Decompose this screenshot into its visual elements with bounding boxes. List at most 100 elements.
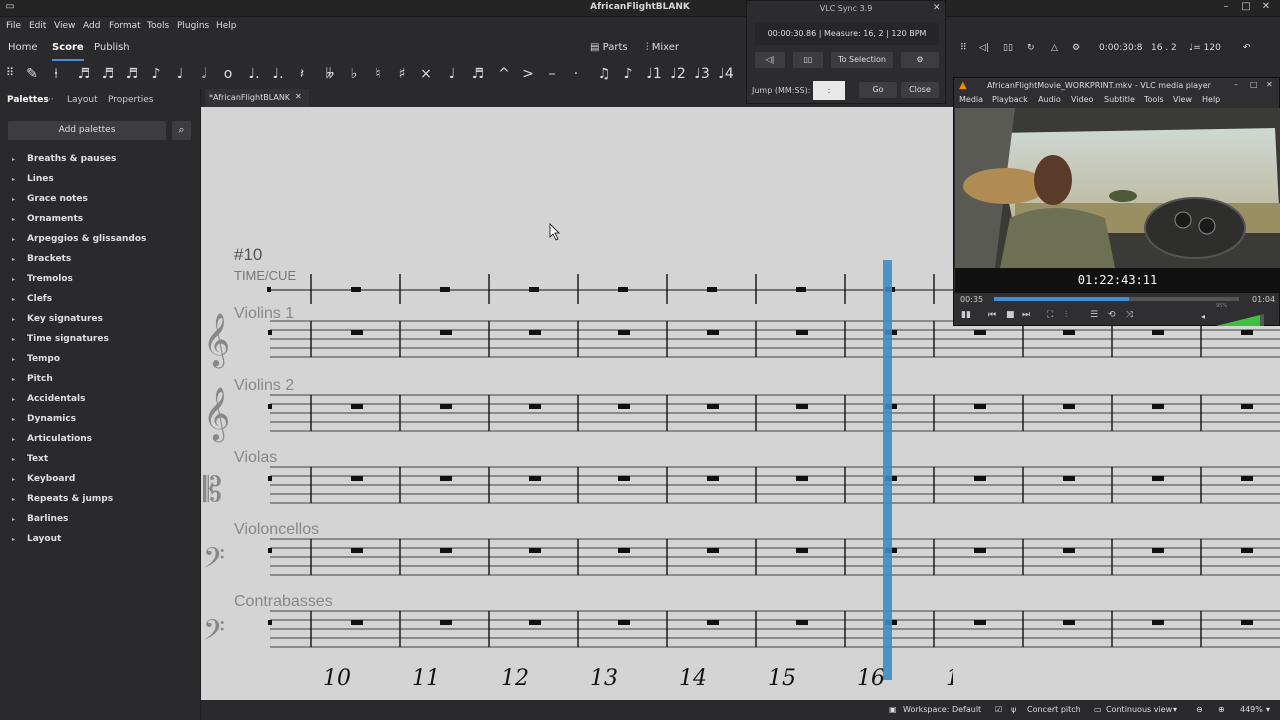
note-quarter-icon[interactable]: ♩: [170, 66, 190, 82]
tab-home[interactable]: Home: [8, 42, 38, 53]
tuplet-icon[interactable]: ♫: [594, 66, 614, 82]
accent-icon[interactable]: >: [518, 66, 538, 82]
palette-item[interactable]: ▸ Text: [12, 454, 48, 464]
minimize-icon[interactable]: –: [1218, 1, 1234, 12]
score-canvas-right[interactable]: [953, 290, 1280, 700]
pause-icon[interactable]: ▯▯: [1003, 43, 1013, 53]
document-tab[interactable]: *AfricanFlightBLANK ✕: [205, 89, 309, 107]
chevron-down-icon[interactable]: ▾: [1173, 705, 1177, 714]
palette-item[interactable]: ▸ Ornaments: [12, 214, 83, 224]
vlc-menu-tools[interactable]: Tools: [1144, 95, 1164, 104]
sharp-icon[interactable]: ♯: [392, 66, 412, 82]
double-dot-icon[interactable]: ♩.: [268, 66, 288, 82]
vlc-menu-media[interactable]: Media: [959, 95, 983, 104]
vlc-pause-icon[interactable]: ▮▮: [961, 310, 971, 320]
palette-item[interactable]: ▸ Arpeggios & glissandos: [12, 234, 146, 244]
marcato-icon[interactable]: ^: [494, 66, 514, 82]
sync-pause-button[interactable]: ▯▯: [793, 52, 823, 68]
menu-edit[interactable]: Edit: [29, 21, 46, 31]
close-tab-icon[interactable]: ✕: [295, 92, 302, 101]
menu-tools[interactable]: Tools: [147, 21, 169, 31]
chevron-down-icon[interactable]: ▾: [1266, 705, 1270, 714]
note-half-icon[interactable]: 𝅗𝅥: [194, 66, 214, 82]
sync-close-icon[interactable]: ✕: [933, 3, 941, 13]
menu-add[interactable]: Add: [83, 21, 100, 31]
note-64th-icon[interactable]: ♬: [74, 66, 94, 82]
palette-item[interactable]: ▸ Keyboard: [12, 474, 75, 484]
close-icon[interactable]: ✕: [1258, 1, 1274, 12]
note-whole-icon[interactable]: o: [218, 66, 238, 82]
voice-4-icon[interactable]: ♩4: [716, 66, 736, 82]
menu-plugins[interactable]: Plugins: [177, 21, 209, 31]
mixer-button[interactable]: ⫶ Mixer: [646, 42, 679, 53]
note-16th-icon[interactable]: ♬: [122, 66, 142, 82]
vlc-menu-view[interactable]: View: [1173, 95, 1192, 104]
palette-item[interactable]: ▸ Time signatures: [12, 334, 109, 344]
palette-item[interactable]: ▸ Key signatures: [12, 314, 103, 324]
input-mode-icon[interactable]: ⍿: [46, 66, 66, 82]
palette-item[interactable]: ▸ Accidentals: [12, 394, 86, 404]
menu-help[interactable]: Help: [216, 21, 237, 31]
undo-icon[interactable]: ↶: [1243, 43, 1251, 53]
vlc-playlist-icon[interactable]: ☰: [1090, 310, 1098, 320]
vlc-menu-audio[interactable]: Audio: [1038, 95, 1061, 104]
palette-item[interactable]: ▸ Articulations: [12, 434, 92, 444]
natural-icon[interactable]: ♮: [368, 66, 388, 82]
vlc-maximize-icon[interactable]: □: [1250, 80, 1258, 89]
tab-properties[interactable]: Properties: [108, 95, 153, 105]
flip-icon[interactable]: ♪: [618, 66, 638, 82]
voice-3-icon[interactable]: ♩3: [692, 66, 712, 82]
voice-2-icon[interactable]: ♩2: [668, 66, 688, 82]
palette-item[interactable]: ▸ Layout: [12, 534, 61, 544]
flat-icon[interactable]: ♭: [344, 66, 364, 82]
note-eighth-icon[interactable]: ♪: [146, 66, 166, 82]
vlc-shuffle-icon[interactable]: ⤨: [1126, 310, 1133, 320]
vlc-minimize-icon[interactable]: –: [1234, 80, 1238, 89]
vlc-seek-bar[interactable]: [994, 297, 1239, 301]
rewind-icon[interactable]: ◁|: [979, 43, 989, 53]
palettes-more-icon[interactable]: ···: [45, 95, 54, 105]
vlc-menu-subtitle[interactable]: Subtitle: [1104, 95, 1135, 104]
parts-button[interactable]: ▤ Parts: [590, 42, 628, 53]
maximize-icon[interactable]: □: [1238, 1, 1254, 12]
vlc-stop-icon[interactable]: ■: [1006, 310, 1015, 320]
zoom-out-icon[interactable]: ⊖: [1196, 705, 1203, 714]
vlc-loop-icon[interactable]: ⟲: [1108, 310, 1116, 320]
palette-item[interactable]: ▸ Grace notes: [12, 194, 88, 204]
voice-1-icon[interactable]: ♩1: [644, 66, 664, 82]
to-selection-button[interactable]: To Selection: [831, 52, 893, 68]
palette-item[interactable]: ▸ Brackets: [12, 254, 71, 264]
metronome-icon[interactable]: △: [1051, 43, 1058, 53]
tab-palettes[interactable]: Palettes: [7, 95, 49, 105]
menu-file[interactable]: File: [6, 21, 21, 31]
palette-item[interactable]: ▸ Tempo: [12, 354, 60, 364]
score-canvas[interactable]: #10 TIME/CUE Violins 1 Violins 2 Violas Violo…: [201, 107, 953, 700]
go-button[interactable]: Go: [859, 82, 897, 98]
menu-format[interactable]: Format: [109, 21, 141, 31]
zoom-in-icon[interactable]: ⊕: [1218, 705, 1225, 714]
sync-back-button[interactable]: ◁|: [755, 52, 785, 68]
palette-item[interactable]: ▸ Barlines: [12, 514, 68, 524]
tenuto-icon[interactable]: –: [542, 66, 562, 82]
vlc-prev-icon[interactable]: ⏮: [988, 310, 996, 320]
palette-item[interactable]: ▸ Lines: [12, 174, 54, 184]
view-mode-selector[interactable]: Continuous view: [1106, 705, 1172, 714]
palette-item[interactable]: ▸ Breaths & pauses: [12, 154, 116, 164]
workspace-selector[interactable]: Workspace: Default: [903, 705, 981, 714]
tab-score[interactable]: Score: [52, 42, 84, 61]
vlc-volume-slider[interactable]: 95%: [1216, 303, 1264, 326]
video-frame[interactable]: 01:22:43:11: [955, 108, 1280, 293]
vlc-menu-help[interactable]: Help: [1202, 95, 1220, 104]
vlc-speaker-icon[interactable]: ◂: [1201, 312, 1205, 321]
add-palettes-button[interactable]: Add palettes: [8, 121, 166, 140]
pencil-icon[interactable]: ✎: [22, 66, 42, 82]
search-icon[interactable]: ⌕: [172, 121, 191, 140]
tab-layout[interactable]: Layout: [67, 95, 98, 105]
sync-settings-button[interactable]: ⚙: [901, 52, 939, 68]
vlc-extended-icon[interactable]: ⫶: [1065, 310, 1067, 320]
concert-pitch-checkbox-icon[interactable]: ☑: [995, 705, 1002, 714]
double-sharp-icon[interactable]: ×: [416, 66, 436, 82]
slur-icon[interactable]: ♬: [468, 66, 488, 82]
vlc-close-icon[interactable]: ✕: [1266, 80, 1273, 89]
drag-handle-icon[interactable]: ⠿: [0, 66, 20, 79]
